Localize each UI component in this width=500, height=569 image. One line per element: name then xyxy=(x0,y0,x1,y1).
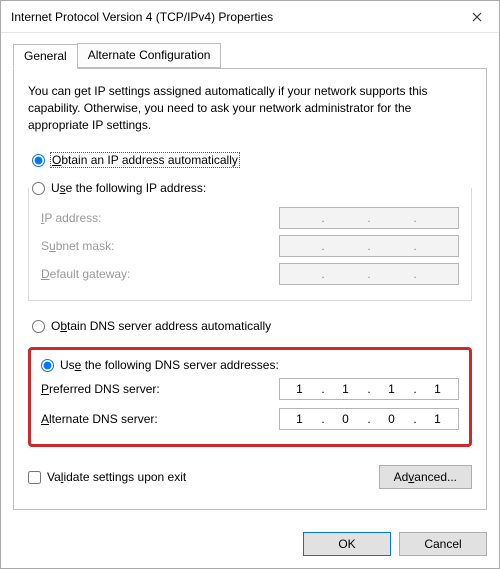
radio-ip-auto[interactable] xyxy=(32,154,45,167)
default-gateway-label: Default gateway: xyxy=(41,267,130,281)
validate-label: Validate settings upon exit xyxy=(47,470,186,484)
tabs: General Alternate Configuration You can … xyxy=(13,43,487,510)
alternate-dns-label: Alternate DNS server: xyxy=(41,412,158,426)
validate-checkbox[interactable] xyxy=(28,471,41,484)
advanced-button[interactable]: Advanced... xyxy=(379,465,472,489)
ip-address-field: ... xyxy=(279,207,459,229)
preferred-dns-label: Preferred DNS server: xyxy=(41,382,160,396)
ip-address-row: IP address: ... xyxy=(41,204,459,232)
alternate-dns-field[interactable]: 1. 0. 0. 1 xyxy=(279,408,459,430)
ip-fields-group: IP address: ... Subnet mask: ... Default… xyxy=(28,188,472,301)
dns-manual-highlight: Use the following DNS server addresses: … xyxy=(28,347,472,447)
tab-general[interactable]: General xyxy=(13,44,78,69)
radio-dns-auto[interactable] xyxy=(32,320,45,333)
default-gateway-field: ... xyxy=(279,263,459,285)
ip-address-label: IP address: xyxy=(41,211,102,225)
radio-ip-manual-label: Use the following IP address: xyxy=(51,181,206,195)
radio-ip-auto-label: Obtain an IP address automatically xyxy=(51,153,239,167)
alternate-dns-row: Alternate DNS server: 1. 0. 0. 1 xyxy=(41,404,459,434)
dialog-window: Internet Protocol Version 4 (TCP/IPv4) P… xyxy=(0,0,500,569)
radio-ip-auto-row[interactable]: Obtain an IP address automatically xyxy=(32,151,472,169)
subnet-mask-row: Subnet mask: ... xyxy=(41,232,459,260)
window-title: Internet Protocol Version 4 (TCP/IPv4) P… xyxy=(1,10,454,24)
tabstrip: General Alternate Configuration xyxy=(13,43,487,68)
radio-dns-manual-row[interactable]: Use the following DNS server addresses: xyxy=(41,356,459,374)
default-gateway-row: Default gateway: ... xyxy=(41,260,459,288)
radio-dns-manual-label: Use the following DNS server addresses: xyxy=(60,358,279,372)
ok-button[interactable]: OK xyxy=(303,532,391,556)
subnet-mask-label: Subnet mask: xyxy=(41,239,114,253)
preferred-dns-field[interactable]: 1. 1. 1. 1 xyxy=(279,378,459,400)
radio-ip-manual-row[interactable]: Use the following IP address: xyxy=(32,179,212,197)
tab-alternate[interactable]: Alternate Configuration xyxy=(77,43,222,68)
close-icon xyxy=(472,12,482,22)
cancel-button[interactable]: Cancel xyxy=(399,532,487,556)
dialog-footer: OK Cancel xyxy=(1,522,499,568)
close-button[interactable] xyxy=(454,1,499,32)
radio-dns-auto-row[interactable]: Obtain DNS server address automatically xyxy=(32,317,472,335)
bottom-row: Validate settings upon exit Advanced... xyxy=(28,465,472,489)
subnet-mask-field: ... xyxy=(279,235,459,257)
radio-ip-manual[interactable] xyxy=(32,182,45,195)
validate-checkbox-row[interactable]: Validate settings upon exit xyxy=(28,470,186,484)
radio-dns-auto-label: Obtain DNS server address automatically xyxy=(51,319,271,333)
preferred-dns-row: Preferred DNS server: 1. 1. 1. 1 xyxy=(41,374,459,404)
titlebar: Internet Protocol Version 4 (TCP/IPv4) P… xyxy=(1,1,499,33)
dialog-body: General Alternate Configuration You can … xyxy=(1,33,499,522)
description-text: You can get IP settings assigned automat… xyxy=(28,83,472,133)
radio-dns-manual[interactable] xyxy=(41,359,54,372)
tabpane-general: You can get IP settings assigned automat… xyxy=(13,68,487,510)
